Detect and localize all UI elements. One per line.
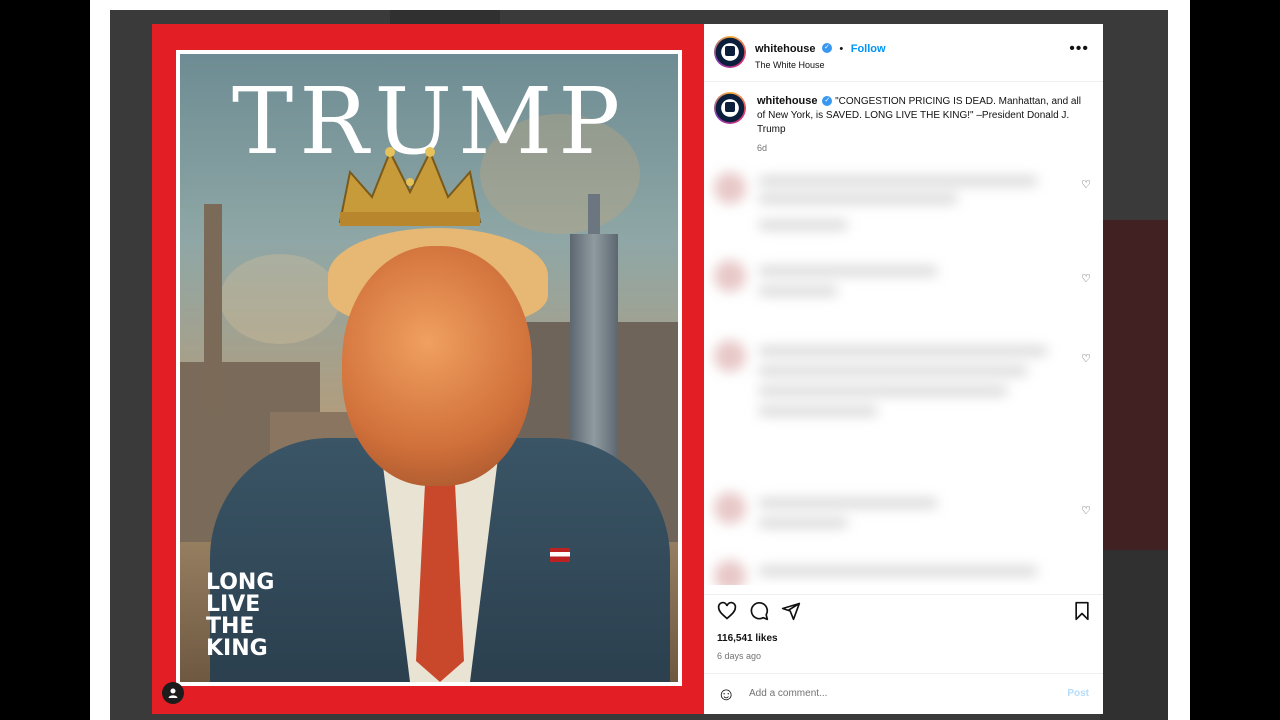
- emoji-icon[interactable]: ☺: [717, 684, 735, 705]
- flag-pin: [550, 548, 570, 562]
- comment-icon[interactable]: [749, 601, 769, 621]
- post-timestamp: 6 days ago: [717, 651, 762, 661]
- post-caption: whitehouse ✓ "CONGESTION PRICING IS DEAD…: [704, 82, 1103, 160]
- avatar[interactable]: [714, 92, 746, 124]
- post-header: whitehouse ✓ • Follow The White House ••…: [704, 24, 1103, 82]
- comment-like-icon[interactable]: ♡: [1081, 178, 1091, 191]
- post-side-panel: whitehouse ✓ • Follow The White House ••…: [704, 24, 1103, 714]
- comment-input[interactable]: Add a comment...: [749, 688, 827, 699]
- bookmark-icon[interactable]: [1072, 601, 1092, 621]
- post-actions: 116,541 likes 6 days ago ☺ Add a comment…: [704, 594, 1103, 714]
- tagged-user-icon[interactable]: [162, 682, 184, 704]
- caption-time: 6d: [757, 143, 768, 153]
- comment-like-icon[interactable]: ♡: [1081, 352, 1091, 365]
- blurred-comment: [714, 260, 1073, 310]
- share-icon[interactable]: [781, 601, 801, 621]
- avatar[interactable]: [714, 36, 746, 68]
- post-image[interactable]: TRUMP LONG LIVE THE KING: [152, 24, 704, 714]
- comment-like-icon[interactable]: ♡: [1081, 272, 1091, 285]
- follow-button[interactable]: Follow: [851, 43, 886, 55]
- comments-list[interactable]: ♡ ♡ ♡ ♡: [704, 160, 1103, 585]
- like-count[interactable]: 116,541 likes: [717, 633, 778, 644]
- verified-icon: ✓: [821, 42, 832, 53]
- tagline-line: LIVE: [206, 592, 261, 617]
- blurred-comment: [714, 340, 1073, 460]
- blurred-comment: [714, 172, 1073, 242]
- more-options-icon[interactable]: •••: [1069, 40, 1089, 58]
- portrait-head: [342, 246, 532, 486]
- heart-icon[interactable]: [717, 601, 737, 621]
- tagline-line: LONG: [206, 570, 275, 595]
- add-comment-bar: ☺ Add a comment... Post: [704, 673, 1103, 715]
- tagline-line: KING: [206, 636, 268, 661]
- magazine-cover: TRUMP LONG LIVE THE KING: [176, 50, 682, 686]
- post-comment-button[interactable]: Post: [1067, 688, 1089, 699]
- blurred-comment: [714, 560, 1073, 585]
- crown-icon: [338, 147, 482, 226]
- username[interactable]: whitehouse: [755, 43, 816, 55]
- blurred-comment: [714, 492, 1073, 542]
- account-subtitle: The White House: [755, 60, 825, 70]
- tagline-line: THE: [206, 614, 255, 639]
- caption-username[interactable]: whitehouse: [757, 95, 818, 107]
- comment-like-icon[interactable]: ♡: [1081, 504, 1091, 517]
- cover-tagline: LONG LIVE THE KING: [206, 572, 274, 660]
- verified-icon: ✓: [822, 96, 833, 107]
